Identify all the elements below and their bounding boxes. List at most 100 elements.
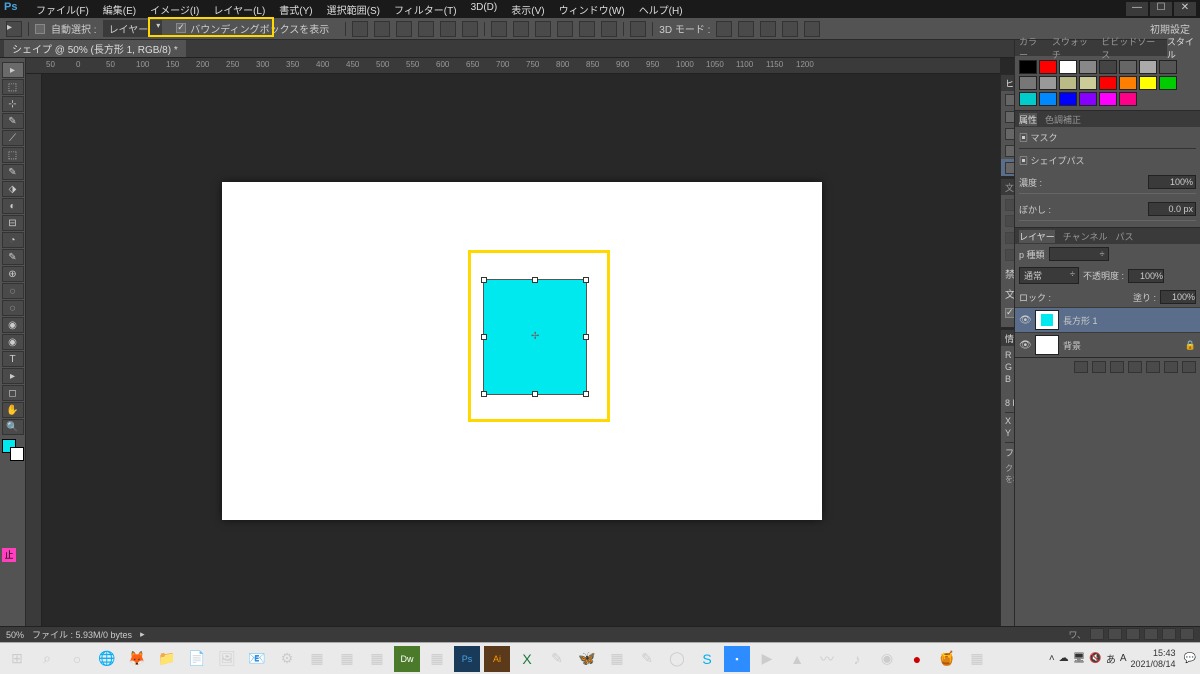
- tool-button[interactable]: ✋: [2, 402, 24, 418]
- close-button[interactable]: ✕: [1174, 2, 1196, 16]
- layer-thumbnail[interactable]: [1035, 310, 1059, 330]
- app-icon[interactable]: ✎: [634, 646, 660, 672]
- record-icon[interactable]: ●: [904, 646, 930, 672]
- color-swatch[interactable]: [1099, 92, 1117, 106]
- mode-3d-icon[interactable]: [804, 21, 820, 37]
- filter-icon[interactable]: [1113, 248, 1125, 260]
- photoshop-icon[interactable]: Ps: [454, 646, 480, 672]
- tool-button[interactable]: ⬚: [2, 79, 24, 95]
- notepad-icon[interactable]: 📄: [184, 646, 210, 672]
- distribute-icon[interactable]: [601, 21, 617, 37]
- layer-name[interactable]: 背景: [1063, 339, 1081, 352]
- tool-button[interactable]: ▸: [2, 368, 24, 384]
- zoom-level[interactable]: 50%: [6, 630, 24, 640]
- distribute-icon[interactable]: [535, 21, 551, 37]
- menu-item[interactable]: 表示(V): [505, 1, 550, 18]
- color-swatch[interactable]: [1019, 76, 1037, 90]
- menu-item[interactable]: 3D(D): [465, 1, 504, 18]
- color-swatch[interactable]: [1039, 92, 1057, 106]
- filter-icon[interactable]: [1161, 248, 1173, 260]
- resize-handle-ne[interactable]: [583, 277, 589, 283]
- background-swatch[interactable]: [10, 447, 24, 461]
- app-icon[interactable]: ▦: [364, 646, 390, 672]
- maximize-button[interactable]: ☐: [1150, 2, 1172, 16]
- menu-item[interactable]: 書式(Y): [273, 1, 318, 18]
- distribute-icon[interactable]: [513, 21, 529, 37]
- tray-ime-icon[interactable]: A: [1120, 653, 1127, 664]
- adjustment-icon[interactable]: [1128, 361, 1142, 373]
- photos-icon[interactable]: 🖼: [214, 646, 240, 672]
- status-icon[interactable]: [1162, 628, 1176, 640]
- color-swatch[interactable]: [1059, 60, 1077, 74]
- start-button[interactable]: ⊞: [4, 646, 30, 672]
- color-swatch[interactable]: [1059, 92, 1077, 106]
- minimize-button[interactable]: —: [1126, 2, 1148, 16]
- dreamweaver-icon[interactable]: Dw: [394, 646, 420, 672]
- lock-icon[interactable]: [1055, 291, 1067, 303]
- tray-icon[interactable]: ☁: [1059, 653, 1069, 664]
- tool-button[interactable]: ⟋: [2, 130, 24, 146]
- menu-item[interactable]: ウィンドウ(W): [553, 1, 631, 18]
- color-swatch[interactable]: [1039, 60, 1057, 74]
- lock-icon[interactable]: [1087, 291, 1099, 303]
- mode-3d-icon[interactable]: [760, 21, 776, 37]
- chrome-icon[interactable]: 🌐: [94, 646, 120, 672]
- lock-icon[interactable]: [1071, 291, 1083, 303]
- filter-icon[interactable]: [1145, 248, 1157, 260]
- mode-3d-icon[interactable]: [738, 21, 754, 37]
- app-icon[interactable]: ▶: [754, 646, 780, 672]
- mask-icon[interactable]: [1110, 361, 1124, 373]
- panel-tab[interactable]: レイヤー: [1019, 230, 1055, 243]
- link-icon[interactable]: [1074, 361, 1088, 373]
- app-icon[interactable]: 🍯: [934, 646, 960, 672]
- app-icon[interactable]: ▦: [424, 646, 450, 672]
- align-icon[interactable]: [418, 21, 434, 37]
- tray-icon[interactable]: 🖥: [1073, 653, 1086, 664]
- panel-tab[interactable]: ビビッドソース: [1101, 35, 1159, 61]
- color-swatch[interactable]: [1119, 76, 1137, 90]
- menu-item[interactable]: レイヤー(L): [207, 1, 271, 18]
- distribute-icon[interactable]: [557, 21, 573, 37]
- color-swatch[interactable]: [1159, 60, 1177, 74]
- outlook-icon[interactable]: 📧: [244, 646, 270, 672]
- resize-handle-n[interactable]: [532, 277, 538, 283]
- tool-button[interactable]: ✎: [2, 164, 24, 180]
- app-icon[interactable]: 〰: [814, 646, 840, 672]
- panel-tab[interactable]: スタイル: [1167, 35, 1200, 61]
- tool-button[interactable]: ◉: [2, 334, 24, 350]
- tool-button[interactable]: ⊹: [2, 96, 24, 112]
- menu-item[interactable]: ヘルプ(H): [633, 1, 689, 18]
- document-tab[interactable]: シェイプ @ 50% (長方形 1, RGB/8) *: [4, 40, 186, 57]
- tool-button[interactable]: ✎: [2, 113, 24, 129]
- panel-tab[interactable]: 属性: [1019, 113, 1037, 126]
- tool-button[interactable]: ◐: [2, 198, 24, 214]
- color-swatch[interactable]: [1119, 92, 1137, 106]
- tool-button[interactable]: 🔍: [2, 419, 24, 435]
- app-icon[interactable]: ▦: [334, 646, 360, 672]
- workspace-label[interactable]: 初期設定: [1150, 21, 1194, 36]
- status-icon[interactable]: [1180, 628, 1194, 640]
- align-icon[interactable]: [396, 21, 412, 37]
- density-input[interactable]: [1148, 175, 1196, 189]
- tool-button[interactable]: T: [2, 351, 24, 367]
- filter-icon[interactable]: [1129, 248, 1141, 260]
- app-icon[interactable]: ▦: [304, 646, 330, 672]
- firefox-icon[interactable]: 🦊: [124, 646, 150, 672]
- feather-input[interactable]: [1148, 202, 1196, 216]
- tool-button[interactable]: ⬗: [2, 181, 24, 197]
- app-icon[interactable]: ✎: [544, 646, 570, 672]
- cortana-icon[interactable]: ○: [64, 646, 90, 672]
- tray-chevron-icon[interactable]: ˄: [1049, 653, 1055, 664]
- mode-3d-icon[interactable]: [716, 21, 732, 37]
- layer-name[interactable]: 長方形 1: [1063, 314, 1098, 327]
- color-swatch[interactable]: [1099, 60, 1117, 74]
- search-icon[interactable]: ⌕: [34, 646, 60, 672]
- resize-handle-nw[interactable]: [481, 277, 487, 283]
- color-swatch[interactable]: [1139, 60, 1157, 74]
- layer-kind-dropdown[interactable]: [1049, 247, 1109, 261]
- color-swatch[interactable]: [1019, 60, 1037, 74]
- auto-select-checkbox[interactable]: [35, 24, 45, 34]
- app-icon[interactable]: ♪: [844, 646, 870, 672]
- tray-volume-icon[interactable]: 🔇: [1089, 653, 1101, 664]
- move-tool-icon[interactable]: ▸: [6, 21, 22, 37]
